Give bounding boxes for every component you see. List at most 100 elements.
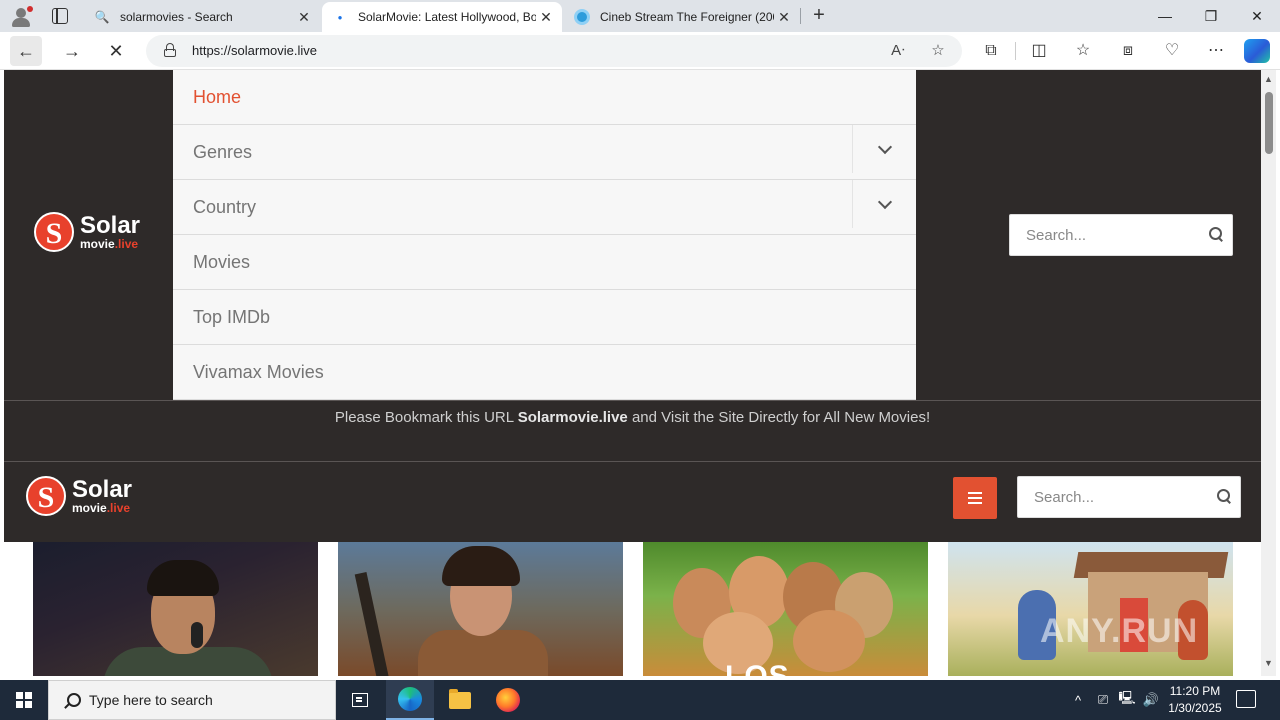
tab-solarmovies-search[interactable]: 🔍 solarmovies - Search ✕ [84, 2, 320, 32]
logo-text: Solar [80, 212, 141, 239]
search-icon[interactable] [1216, 488, 1232, 504]
show-hidden-icons-chevron-icon[interactable]: ^ [1068, 680, 1088, 720]
stop-loading-button[interactable]: ✕ [100, 36, 132, 66]
nav-label: Genres [193, 141, 253, 162]
movie-poster[interactable] [338, 542, 623, 676]
taskbar-firefox[interactable] [484, 680, 532, 720]
chevron-down-icon[interactable] [852, 180, 916, 228]
clock-date: 1/30/2025 [1168, 701, 1222, 715]
logo-s-icon: S [34, 212, 74, 252]
scrollbar-thumb[interactable] [1265, 92, 1273, 154]
nav-item-vivamax[interactable]: Vivamax Movies [173, 345, 916, 400]
taskbar-search-input[interactable]: Type here to search [48, 680, 336, 720]
bookmark-notice: Please Bookmark this URL Solarmovie.live… [4, 400, 1261, 462]
copilot-icon[interactable] [1244, 39, 1270, 63]
taskbar-file-explorer[interactable] [436, 680, 484, 720]
url-text[interactable]: https://solarmovie.live [192, 43, 317, 58]
tab-cineb-stream[interactable]: Cineb Stream The Foreigner (2007 ✕ [564, 2, 800, 32]
logo-subtext-accent: .live [106, 501, 131, 515]
network-icon[interactable]: 🖳 [1116, 680, 1138, 720]
clock-time: 11:20 PM [1169, 684, 1221, 698]
firefox-icon [496, 688, 520, 712]
close-window-button[interactable]: ✕ [1234, 0, 1280, 32]
logo-subtext-accent: .live [114, 237, 139, 251]
close-tab-icon[interactable]: ✕ [536, 9, 556, 26]
web-page: S Solar movie.live Home Genres Country M… [4, 70, 1261, 676]
collections-icon[interactable]: ⧈ [1116, 40, 1140, 62]
movie-poster[interactable] [948, 542, 1233, 676]
tab-title: Cineb Stream The Foreigner (2007 [600, 10, 774, 24]
search-placeholder: Search... [1026, 227, 1087, 244]
bookmark-text: and Visit the Site Directly for All New … [627, 409, 931, 426]
device-icon[interactable]: ⎚ [1092, 680, 1114, 720]
more-menu-icon[interactable]: ⋯ [1204, 40, 1228, 62]
nav-item-genres[interactable]: Genres [173, 125, 916, 180]
windows-taskbar: Type here to search ^ ⎚ 🖳 🔊 11:20 PM 1/3… [0, 680, 1280, 720]
bookmark-text: Please Bookmark this URL [334, 409, 518, 426]
browser-essentials-icon[interactable]: ♡ [1160, 40, 1184, 62]
movie-grid: LOS CROODS [4, 542, 1261, 676]
poster-title-text: LOS CROODS [725, 660, 928, 676]
nav-label: Home [193, 86, 242, 107]
extensions-icon[interactable]: ⧉ [979, 40, 1003, 62]
search-input[interactable]: Search... [1009, 214, 1233, 256]
tab-solarmovie-live[interactable]: ● SolarMovie: Latest Hollywood, Bo ✕ [322, 2, 562, 32]
nav-label: Movies [193, 251, 251, 272]
favorites-icon[interactable]: ☆ [1071, 40, 1095, 62]
nav-label: Vivamax Movies [193, 361, 324, 382]
forward-button[interactable]: → [56, 36, 88, 66]
taskbar-edge[interactable] [386, 680, 434, 720]
cineb-icon [574, 9, 590, 25]
nav-item-movies[interactable]: Movies [173, 235, 916, 290]
tab-actions-icon[interactable] [52, 8, 68, 24]
nav-item-country[interactable]: Country [173, 180, 916, 235]
scroll-up-icon[interactable]: ▲ [1261, 74, 1276, 84]
lock-icon[interactable] [164, 43, 176, 57]
search-input[interactable]: Search... [1017, 476, 1241, 518]
sticky-header: S Solar movie.live Search... [4, 462, 1261, 542]
scroll-down-icon[interactable]: ▼ [1261, 658, 1276, 668]
tab-title: SolarMovie: Latest Hollywood, Bo [358, 10, 536, 24]
tab-title: solarmovies - Search [120, 10, 233, 24]
main-nav-dropdown: Home Genres Country Movies Top IMDb Viva… [173, 70, 916, 400]
profile-avatar-icon[interactable] [8, 4, 34, 28]
movie-poster[interactable] [33, 542, 318, 676]
folder-icon [449, 688, 471, 709]
page-scrollbar[interactable]: ▲ ▼ [1261, 70, 1276, 676]
task-view-button[interactable] [336, 680, 384, 720]
close-tab-icon[interactable]: ✕ [774, 9, 794, 26]
logo-subtext: movie [80, 237, 115, 251]
taskbar-search-placeholder: Type here to search [89, 692, 213, 708]
system-clock[interactable]: 11:20 PM 1/30/2025 [1162, 683, 1228, 717]
nav-label: Country [193, 196, 257, 217]
close-tab-icon[interactable]: ✕ [294, 9, 314, 26]
split-screen-icon[interactable]: ◫ [1027, 40, 1051, 62]
start-button[interactable] [0, 680, 48, 720]
read-aloud-icon[interactable]: Aᐧ [888, 41, 908, 61]
edge-icon [398, 687, 422, 711]
browser-toolbar: ← → ✕ https://solarmovie.live Aᐧ ☆ ⧉ ◫ ☆… [0, 32, 1280, 70]
loading-dot-icon: ● [337, 12, 343, 22]
nav-label: Top IMDb [193, 306, 271, 327]
browser-tab-strip: 🔍 solarmovies - Search ✕ ● SolarMovie: L… [0, 0, 1280, 32]
minimize-button[interactable]: — [1142, 0, 1188, 32]
favorite-star-icon[interactable]: ☆ [928, 41, 948, 61]
nav-item-home[interactable]: Home [173, 70, 916, 125]
new-tab-button[interactable]: + [808, 4, 830, 26]
notifications-icon[interactable] [1236, 690, 1256, 708]
task-view-icon [352, 693, 368, 707]
search-icon[interactable] [1208, 226, 1224, 242]
logo-subtext: movie [72, 501, 107, 515]
search-icon: 🔍 [94, 10, 110, 24]
search-placeholder: Search... [1034, 489, 1095, 506]
hamburger-menu-button[interactable] [953, 477, 997, 519]
chevron-down-icon[interactable] [852, 125, 916, 173]
volume-icon[interactable]: 🔊 [1140, 680, 1162, 720]
site-logo[interactable]: S Solar movie.live [26, 476, 132, 516]
site-logo[interactable]: S Solar movie.live [34, 212, 140, 252]
movie-poster[interactable]: LOS CROODS [643, 542, 928, 676]
nav-item-top-imdb[interactable]: Top IMDb [173, 290, 916, 345]
back-button[interactable]: ← [10, 36, 42, 66]
restore-button[interactable]: ❐ [1188, 0, 1234, 32]
address-bar[interactable]: https://solarmovie.live Aᐧ ☆ [146, 35, 962, 67]
